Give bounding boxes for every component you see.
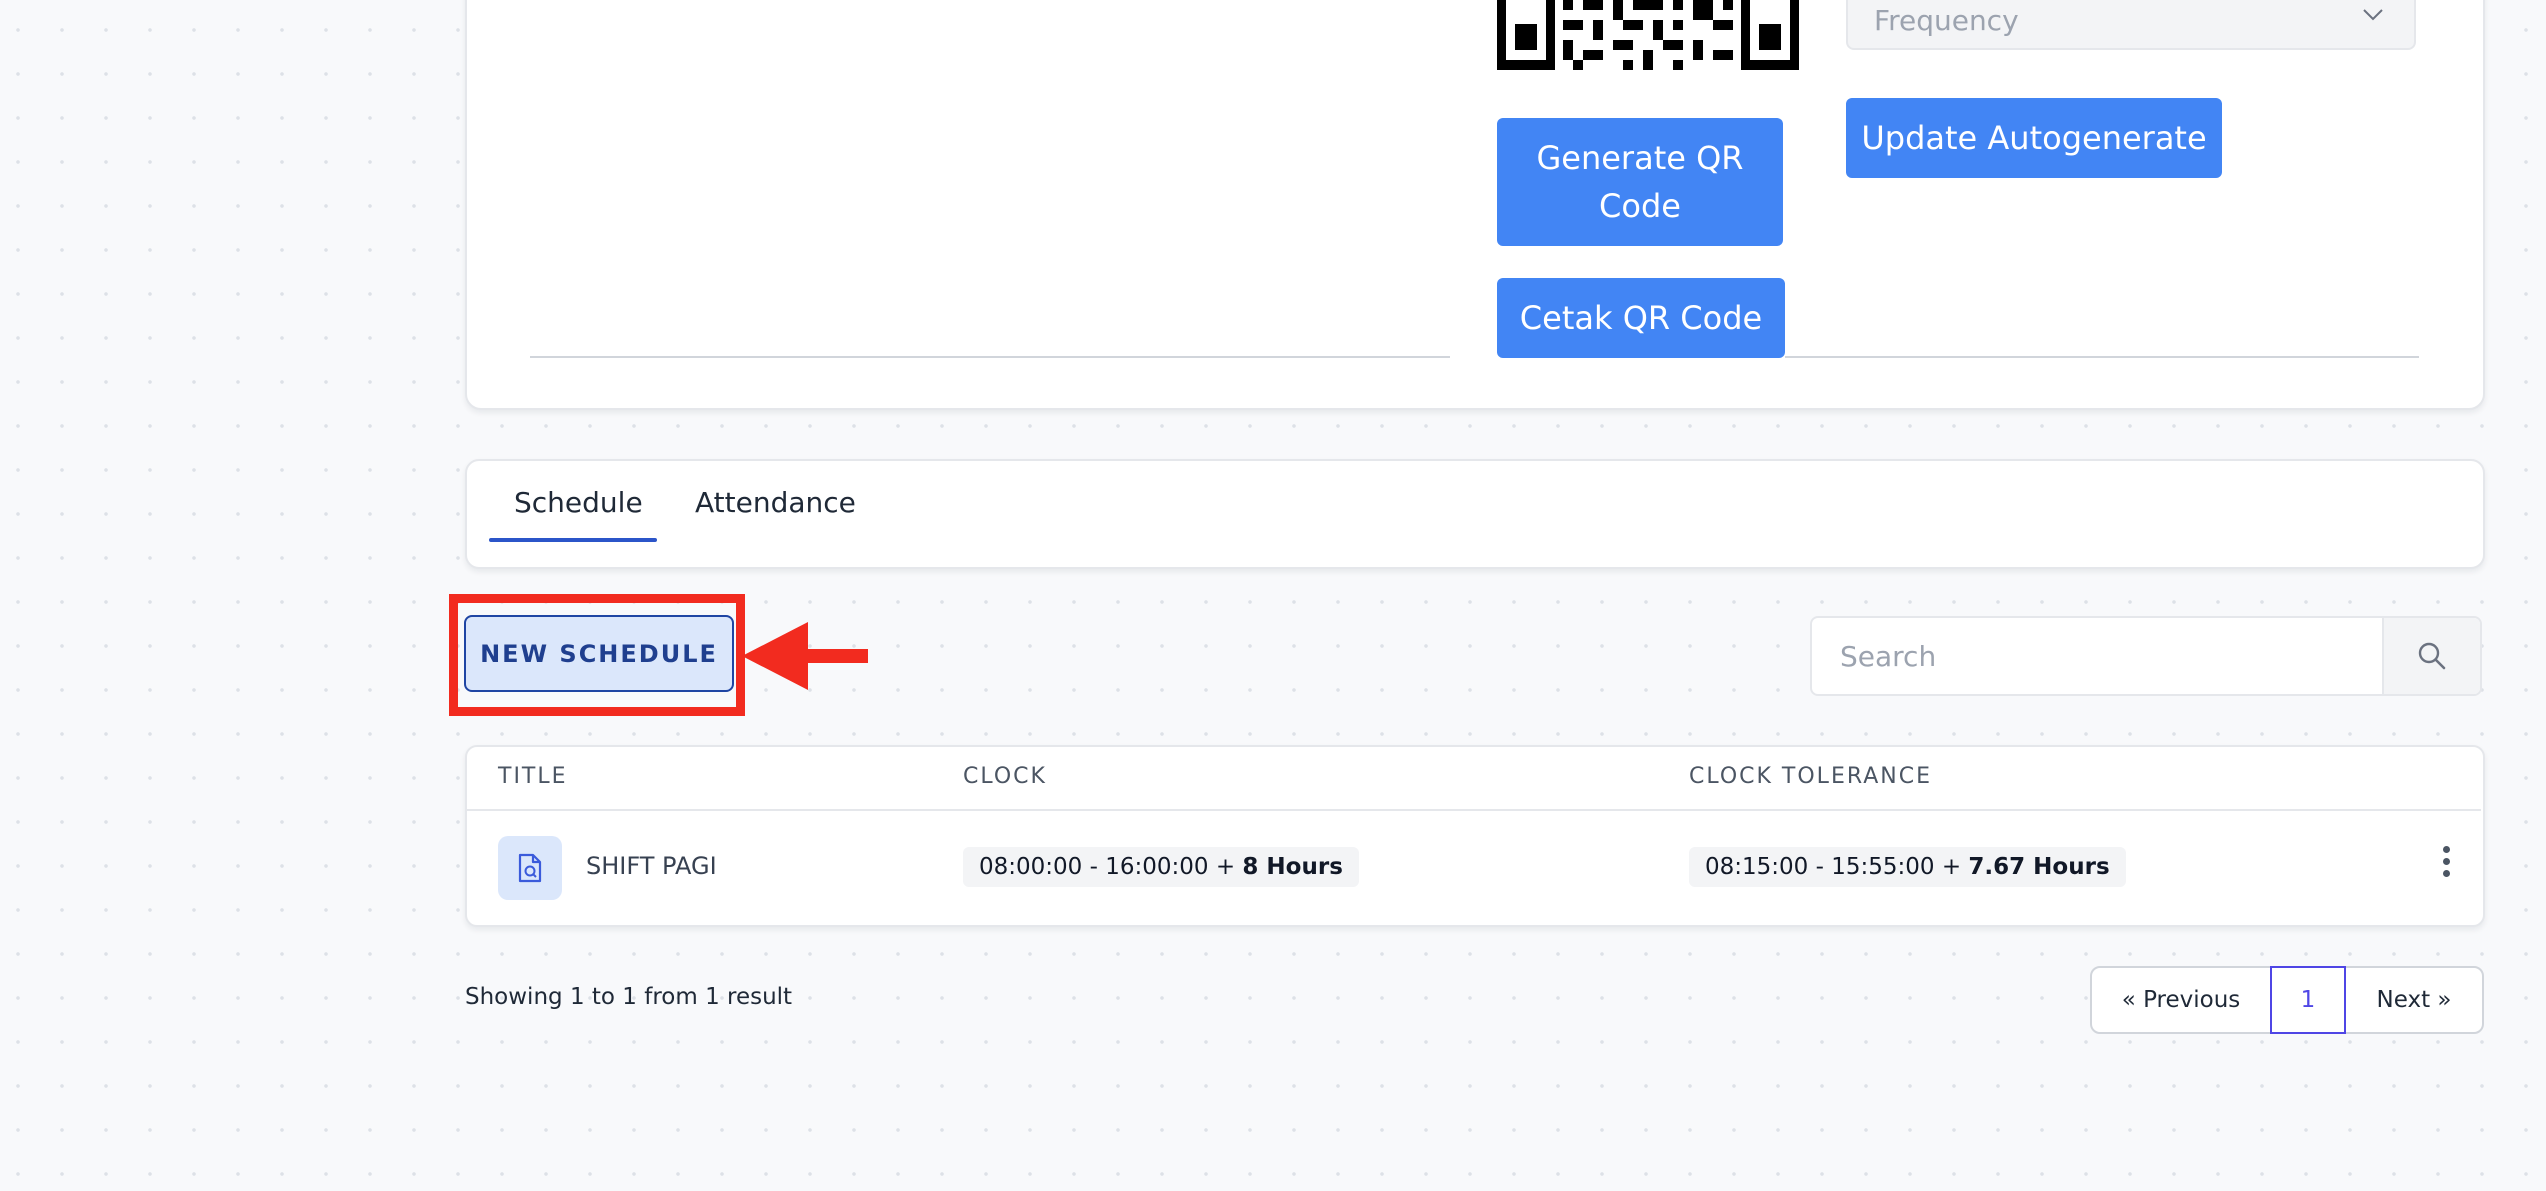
chevron-down-icon	[2363, 9, 2383, 21]
column-header-clock: CLOCK	[963, 764, 1047, 789]
left-divider	[530, 356, 1450, 358]
row-clock-range: 08:00:00 - 16:00:00 +	[979, 854, 1236, 880]
print-qr-code-button[interactable]: Cetak QR Code	[1497, 278, 1785, 358]
annotation-highlight-box	[449, 594, 745, 716]
row-tolerance-hours: 7.67 Hours	[1968, 854, 2110, 880]
schedule-table	[465, 745, 2485, 927]
active-tab-indicator	[489, 538, 657, 542]
frequency-select[interactable]: Frequency	[1846, 0, 2416, 50]
row-clock-hours: 8 Hours	[1242, 854, 1343, 880]
annotation-arrow-icon	[742, 622, 868, 690]
row-actions-menu-icon[interactable]	[2436, 846, 2456, 886]
page-1-button[interactable]: 1	[2270, 966, 2346, 1034]
pagination-summary: Showing 1 to 1 from 1 result	[465, 984, 793, 1010]
right-divider	[1785, 356, 2419, 358]
row-tolerance-range: 08:15:00 - 15:55:00 +	[1705, 854, 1962, 880]
previous-page-button[interactable]: « Previous	[2092, 968, 2270, 1032]
next-page-button[interactable]: Next »	[2346, 968, 2482, 1032]
search-icon	[2418, 642, 2446, 670]
tab-schedule[interactable]: Schedule	[514, 486, 643, 519]
row-title: SHIFT PAGI	[586, 852, 717, 880]
frequency-select-placeholder: Frequency	[1874, 4, 2019, 37]
pagination: « Previous 1 Next »	[2090, 966, 2484, 1034]
row-clock: 08:00:00 - 16:00:00 + 8 Hours	[963, 847, 1359, 887]
column-header-title: TITLE	[498, 764, 568, 789]
search-box	[1810, 616, 2482, 696]
document-icon	[498, 836, 562, 900]
qr-card	[465, 0, 2485, 410]
column-header-clock-tolerance: CLOCK TOLERANCE	[1689, 764, 1933, 789]
search-button[interactable]	[2382, 618, 2480, 694]
qr-code-image	[1497, 0, 1799, 70]
row-clock-tolerance: 08:15:00 - 15:55:00 + 7.67 Hours	[1689, 847, 2126, 887]
header-divider	[467, 809, 2481, 811]
search-input[interactable]	[1812, 618, 2386, 694]
tab-attendance[interactable]: Attendance	[695, 486, 856, 519]
update-autogenerate-button[interactable]: Update Autogenerate	[1846, 98, 2222, 178]
generate-qr-code-button[interactable]: Generate QR Code	[1497, 118, 1783, 246]
